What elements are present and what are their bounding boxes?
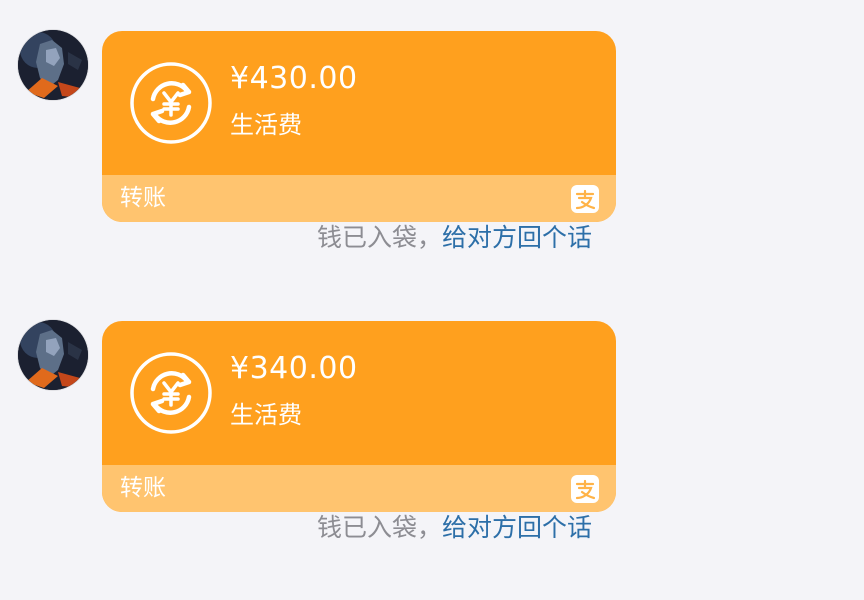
transfer-note: 生活费: [230, 401, 302, 429]
reply-link[interactable]: 给对方回个话: [442, 223, 592, 252]
transfer-card-body: ¥430.00 生活费: [102, 31, 616, 175]
transfer-card[interactable]: ¥430.00 生活费 转账: [102, 31, 616, 222]
transfer-type-label: 转账: [120, 475, 166, 501]
currency-exchange-icon: [129, 351, 213, 435]
receipt-notice: 钱已入袋，给对方回个话: [317, 510, 592, 546]
alipay-icon: [570, 474, 600, 504]
transfer-card[interactable]: ¥340.00 生活费 转账: [102, 321, 616, 512]
reply-link[interactable]: 给对方回个话: [442, 513, 592, 542]
receipt-status: 钱已入袋，: [316, 223, 442, 252]
avatar[interactable]: [18, 320, 88, 390]
transfer-amount: ¥340.00: [230, 351, 358, 386]
avatar[interactable]: [18, 30, 88, 100]
transfer-type-label: 转账: [120, 185, 166, 211]
transfer-card-body: ¥340.00 生活费: [102, 321, 616, 465]
receipt-status: 钱已入袋，: [316, 513, 442, 542]
chat-message: ¥340.00 生活费 转账 钱已入袋，给对方回个话: [0, 290, 864, 580]
receipt-notice: 钱已入袋，给对方回个话: [317, 220, 592, 256]
transfer-note: 生活费: [230, 111, 302, 139]
chat-message: ¥430.00 生活费 转账 钱已入袋，给对方回个话: [0, 0, 864, 290]
alipay-icon: [570, 184, 600, 214]
transfer-card-footer: 转账: [102, 465, 616, 512]
transfer-card-footer: 转账: [102, 175, 616, 222]
transfer-amount: ¥430.00: [230, 61, 358, 96]
currency-exchange-icon: [129, 61, 213, 145]
